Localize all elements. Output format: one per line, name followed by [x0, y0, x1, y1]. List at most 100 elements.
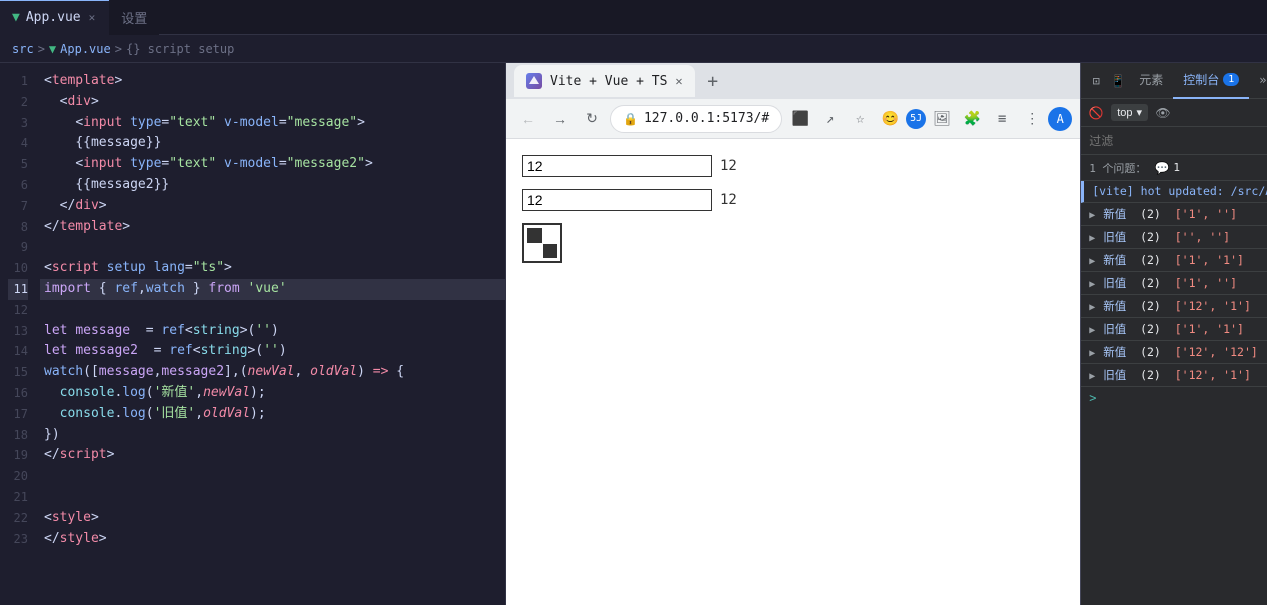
tab-elements[interactable]: 元素: [1129, 63, 1173, 99]
console-entry-0[interactable]: ▶ 新值 (2) ['1', ''] App.vue:16: [1081, 203, 1267, 226]
code-line-4: {{message}}: [40, 133, 505, 154]
console-content[interactable]: [vite] hot updated: /src/App.vue client.…: [1081, 181, 1267, 605]
browser-tab-close-btn[interactable]: ✕: [675, 74, 682, 88]
eye-btn[interactable]: 👁: [1152, 102, 1174, 124]
issues-label: 1 个问题：: [1089, 160, 1146, 176]
address-bar[interactable]: 🔒 127.0.0.1:5173/#: [610, 105, 782, 133]
browser-back-btn[interactable]: ←: [514, 105, 542, 133]
top-label: top: [1117, 107, 1132, 119]
ext2-btn[interactable]: 🧩: [958, 105, 986, 133]
expand-icon-2[interactable]: ▶: [1089, 256, 1095, 267]
code-content[interactable]: <template> <div> <input type="text" v-mo…: [40, 63, 505, 605]
expand-icon-3[interactable]: ▶: [1089, 279, 1095, 290]
code-line-23: </style>: [40, 529, 505, 550]
code-line-9: [40, 237, 505, 258]
console-entry-7[interactable]: ▶ 旧值 (2) ['12', '1'] App.vue:17: [1081, 364, 1267, 387]
user-badge-btn[interactable]: 5J: [906, 109, 926, 129]
breadcrumb-section: {} script setup: [126, 42, 234, 56]
breadcrumb-src[interactable]: src: [12, 42, 34, 56]
browser-toolbar: ← → ↻ 🔒 127.0.0.1:5173/# ⬛ ↗ ☆ 😊 5J 🖼 🧩 …: [506, 99, 1080, 139]
share-btn[interactable]: ↗: [816, 105, 844, 133]
clear-console-btn[interactable]: 🚫: [1085, 102, 1107, 124]
code-line-1: <template>: [40, 71, 505, 92]
console-toolbar: 🚫 top ▾ 👁 2 条已隐藏: [1081, 99, 1267, 127]
entry-text-1: 旧值 (2) ['', '']: [1103, 229, 1267, 245]
console-entry-2[interactable]: ▶ 新值 (2) ['1', '1'] App.vue:16: [1081, 249, 1267, 272]
vue-file-icon: ▼: [12, 10, 20, 25]
console-entry-6[interactable]: ▶ 新值 (2) ['12', '12'] App.vue:16: [1081, 341, 1267, 364]
top-context-selector[interactable]: top ▾: [1111, 104, 1148, 121]
issue-icon: 💬: [1154, 161, 1169, 175]
ext1-btn[interactable]: 🖼: [928, 105, 956, 133]
message-input[interactable]: [522, 155, 712, 177]
input1-wrapper: 12: [522, 155, 1064, 177]
entry-text-6: 新值 (2) ['12', '12']: [1103, 344, 1267, 360]
url-text: 127.0.0.1:5173/#: [644, 111, 769, 126]
code-line-22: <style>: [40, 508, 505, 529]
issue-badge: 💬 1: [1154, 161, 1180, 175]
logo-cell-3: [527, 244, 542, 259]
emoji-btn[interactable]: 😊: [876, 105, 904, 133]
tab-settings[interactable]: 设置: [109, 0, 159, 35]
browser-tab-vite[interactable]: Vite + Vue + TS ✕: [514, 65, 695, 97]
code-line-10: <script setup lang="ts">: [40, 258, 505, 279]
browser-new-tab-btn[interactable]: +: [699, 67, 727, 95]
console-prompt: >: [1081, 387, 1267, 409]
code-line-19: </script>: [40, 445, 505, 466]
avatar-btn[interactable]: A: [1048, 107, 1072, 131]
issues-bar: 1 个问题： 💬 1: [1081, 155, 1267, 181]
expand-icon-6[interactable]: ▶: [1089, 348, 1095, 359]
expand-icon-5[interactable]: ▶: [1089, 325, 1095, 336]
browser-viewport: 12 12: [506, 139, 1080, 605]
breadcrumb-sep1: >: [38, 42, 45, 56]
browser-actions: ⬛ ↗ ☆ 😊 5J 🖼 🧩 ≡ ⋮ A: [786, 105, 1072, 133]
line-numbers: 12345 678910 11 12131415 1617181920 2122…: [0, 63, 40, 605]
entry-text-vite: [vite] hot updated: /src/App.vue: [1092, 184, 1267, 198]
console-entry-vite[interactable]: [vite] hot updated: /src/App.vue client.…: [1081, 181, 1267, 203]
entry-text-0: 新值 (2) ['1', '']: [1103, 206, 1267, 222]
code-line-5: <input type="text" v-model="message2">: [40, 154, 505, 175]
breadcrumb-file[interactable]: App.vue: [60, 42, 111, 56]
browser-tab-label: Vite + Vue + TS: [550, 74, 667, 89]
message-display: 12: [720, 158, 737, 174]
code-line-6: {{message2}}: [40, 175, 505, 196]
tab-label: App.vue: [26, 10, 81, 25]
code-editor[interactable]: 12345 678910 11 12131415 1617181920 2122…: [0, 63, 505, 605]
code-line-21: [40, 487, 505, 508]
code-line-18: }): [40, 425, 505, 446]
devtools-inspect-btn[interactable]: ⊡: [1085, 70, 1107, 92]
browser-forward-btn[interactable]: →: [546, 105, 574, 133]
console-entry-5[interactable]: ▶ 旧值 (2) ['1', '1'] App.vue:17: [1081, 318, 1267, 341]
tab-more[interactable]: »: [1249, 63, 1267, 99]
bookmark-btn[interactable]: ☆: [846, 105, 874, 133]
console-filter-input[interactable]: [1089, 134, 1267, 148]
ext3-btn[interactable]: ≡: [988, 105, 1016, 133]
editor-tab-bar: ▼ App.vue ✕ 设置: [0, 0, 1267, 35]
expand-icon-7[interactable]: ▶: [1089, 371, 1095, 382]
expand-icon-1[interactable]: ▶: [1089, 233, 1095, 244]
breadcrumb-sep2: >: [115, 42, 122, 56]
tab-close-btn[interactable]: ✕: [87, 9, 98, 26]
devtools-tabs: ⊡ 📱 元素 控制台 1 » ⚙ ⋮: [1081, 63, 1267, 99]
main-content: 12345 678910 11 12131415 1617181920 2122…: [0, 63, 1267, 605]
message2-input[interactable]: [522, 189, 712, 211]
code-line-15: watch([message,message2],(newVal, oldVal…: [40, 362, 505, 383]
tab-console[interactable]: 控制台 1: [1173, 63, 1249, 99]
console-entry-3[interactable]: ▶ 旧值 (2) ['1', ''] App.vue:17: [1081, 272, 1267, 295]
browser-tabs: Vite + Vue + TS ✕ +: [506, 63, 1080, 99]
browser-refresh-btn[interactable]: ↻: [578, 105, 606, 133]
entry-text-2: 新值 (2) ['1', '1']: [1103, 252, 1267, 268]
code-line-14: let message2 = ref<string>(''): [40, 341, 505, 362]
expand-icon-0[interactable]: ▶: [1089, 210, 1095, 221]
console-entry-1[interactable]: ▶ 旧值 (2) ['', ''] App.vue:17: [1081, 226, 1267, 249]
cast-btn[interactable]: ⬛: [786, 105, 814, 133]
code-line-11: import { ref,watch } from 'vue': [40, 279, 505, 300]
menu-btn[interactable]: ⋮: [1018, 105, 1046, 133]
devtools-device-btn[interactable]: 📱: [1107, 70, 1129, 92]
code-line-7: </div>: [40, 196, 505, 217]
vite-favicon: [526, 73, 542, 89]
expand-icon-4[interactable]: ▶: [1089, 302, 1095, 313]
console-entry-4[interactable]: ▶ 新值 (2) ['12', '1'] App.vue:16: [1081, 295, 1267, 318]
tab-app-vue[interactable]: ▼ App.vue ✕: [0, 0, 109, 35]
top-chevron-icon: ▾: [1136, 106, 1142, 119]
